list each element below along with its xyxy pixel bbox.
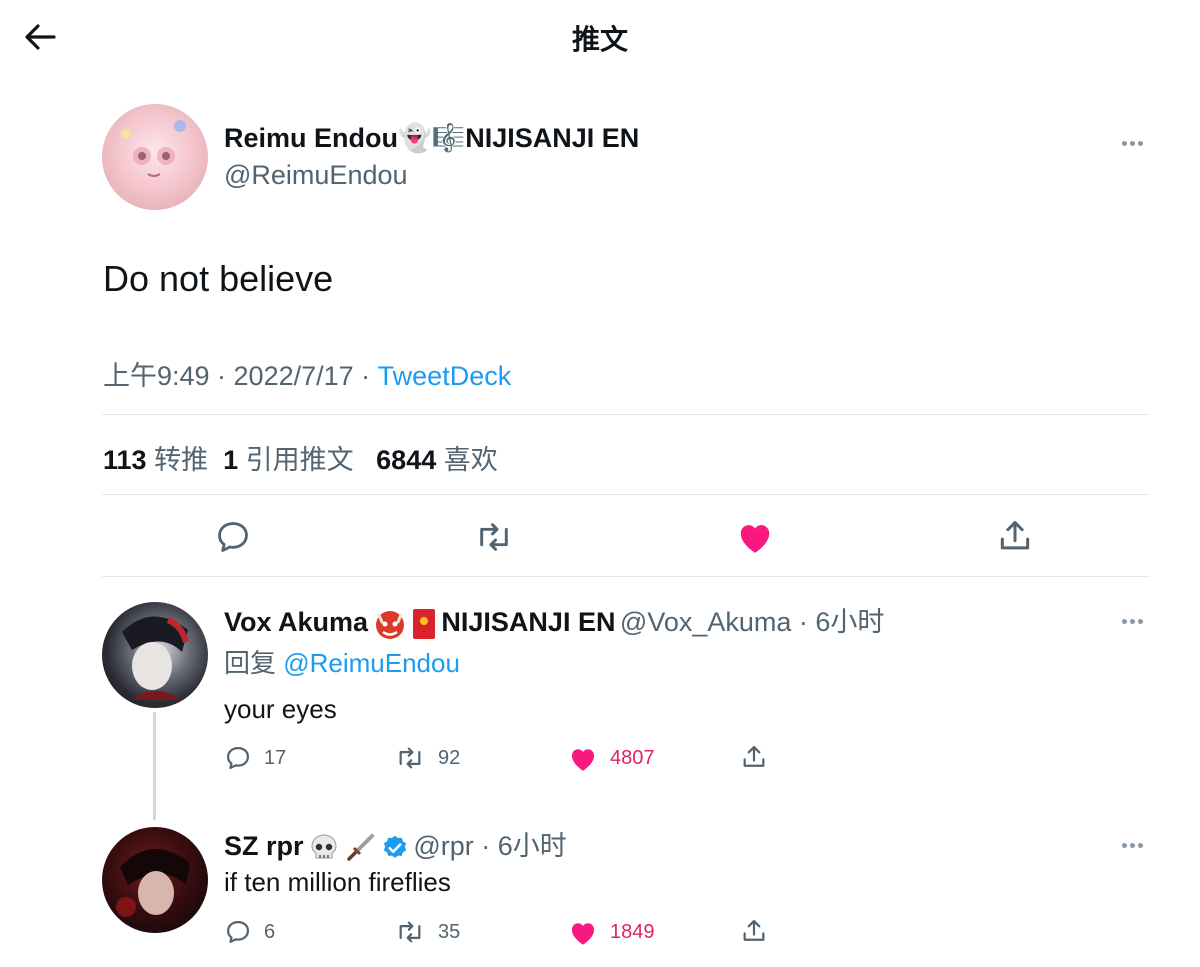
reply-header: SZ rpr @rpr · 6小时	[224, 824, 567, 869]
divider	[102, 576, 1150, 577]
reply-count: 6	[264, 920, 276, 943]
tweet-timestamp[interactable]: 上午9:49 · 2022/7/17 ·	[103, 361, 378, 391]
share-icon	[1000, 521, 1030, 550]
retweet-button[interactable]	[474, 518, 514, 556]
reply-to-line: 回复 @ReimuEndou	[224, 648, 460, 678]
avatar[interactable]	[102, 602, 208, 708]
divider	[102, 494, 1150, 495]
heart-filled-icon	[740, 525, 770, 553]
reply-button[interactable]: 17	[224, 744, 286, 772]
like-button[interactable]: 1849	[568, 919, 655, 946]
retweet-stat[interactable]: 113 转推	[103, 445, 208, 475]
share-button[interactable]	[740, 917, 768, 945]
thread-line	[153, 712, 156, 820]
avatar-art	[116, 848, 190, 917]
retweet-icon	[480, 523, 508, 551]
like-stat[interactable]: 6844 喜欢	[376, 445, 498, 475]
reply-icon	[226, 920, 250, 944]
reply-icon	[226, 746, 250, 770]
like-button[interactable]	[736, 519, 774, 555]
skull-emoji-icon	[308, 832, 340, 869]
retweet-count: 35	[438, 920, 461, 943]
like-button[interactable]: 4807	[568, 745, 655, 772]
heart-filled-icon	[571, 749, 595, 771]
share-icon	[743, 919, 765, 941]
avatar-art	[121, 120, 186, 177]
tweet-meta: 上午9:49 · 2022/7/17 · TweetDeck	[103, 354, 511, 393]
more-options-icon[interactable]	[1122, 611, 1150, 624]
reply-icon	[218, 522, 248, 552]
avatar[interactable]	[102, 104, 208, 210]
quote-stat[interactable]: 1 引用推文	[223, 445, 354, 475]
retweet-icon	[399, 921, 421, 943]
share-button[interactable]	[740, 743, 768, 771]
ogre-emoji-icon	[373, 607, 407, 646]
tweet-source-link[interactable]: TweetDeck	[378, 361, 512, 391]
more-options-icon[interactable]	[1122, 835, 1150, 848]
reply-button[interactable]	[214, 518, 252, 556]
like-count: 1849	[610, 921, 655, 943]
retweet-icon	[399, 747, 421, 769]
retweet-count: 92	[438, 746, 461, 769]
reply-count: 17	[264, 746, 287, 769]
retweet-button[interactable]: 35	[394, 918, 460, 946]
tweet-stats: 113 转推 1 引用推文 6844 喜欢	[103, 438, 498, 477]
author-name[interactable]: Reimu Endou👻🎼NIJISANJI EN	[224, 122, 639, 154]
reply-author-suffix: NIJISANJI EN	[441, 607, 616, 637]
heart-filled-icon	[571, 923, 595, 945]
share-button[interactable]	[996, 517, 1034, 555]
reply-handle-time[interactable]: @rpr · 6小时	[413, 831, 566, 861]
reply-handle-time[interactable]: @Vox_Akuma · 6小时	[620, 607, 885, 637]
more-options-icon[interactable]	[1122, 133, 1150, 146]
avatar-art	[122, 616, 189, 700]
red-envelope-emoji-icon	[411, 607, 437, 646]
divider	[102, 414, 1150, 415]
reply-text: if ten million fireflies	[224, 867, 451, 897]
avatar[interactable]	[102, 827, 208, 933]
reply-author-name[interactable]: Vox Akuma	[224, 607, 368, 637]
dagger-emoji-icon	[344, 832, 376, 869]
tweet-text: Do not believe	[103, 258, 334, 299]
like-count: 4807	[610, 747, 655, 769]
reply-button[interactable]: 6	[224, 918, 275, 946]
verified-badge-icon	[381, 834, 409, 867]
reply-header: Vox Akuma NIJISANJI EN @Vox_Akuma · 6小时	[224, 600, 884, 646]
author-handle[interactable]: @ReimuEndou	[224, 160, 408, 191]
reply-to-link[interactable]: @ReimuEndou	[283, 648, 460, 678]
reply-text: your eyes	[224, 694, 337, 724]
retweet-button[interactable]: 92	[394, 744, 460, 772]
page-title: 推文	[571, 24, 628, 55]
reply-author-name[interactable]: SZ rpr	[224, 831, 304, 861]
share-icon	[743, 745, 765, 767]
